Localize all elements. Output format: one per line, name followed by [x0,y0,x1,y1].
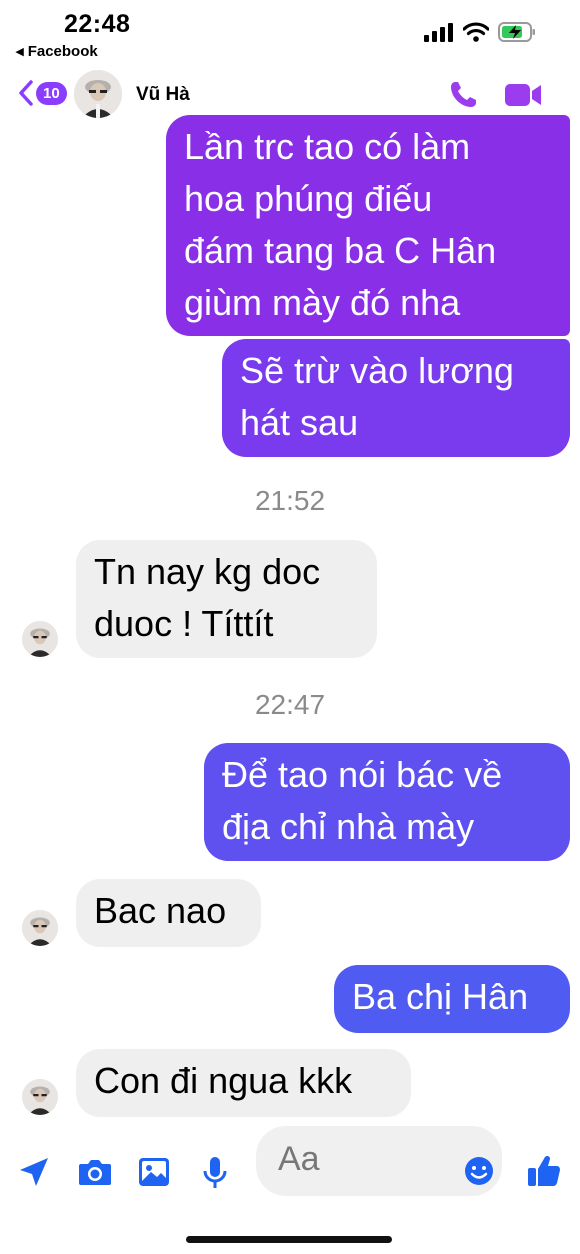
location-arrow-icon[interactable] [18,1156,50,1188]
unread-count-badge: 10 [36,81,67,105]
avatar-image [22,1079,58,1115]
phone-call-icon[interactable] [448,80,478,110]
contact-avatar-small [22,621,58,657]
battery-charging-icon [498,22,535,42]
wifi-icon [463,22,489,42]
message-timestamp: 21:52 [254,485,326,516]
outgoing-message[interactable]: Lần trc tao có làm hoa phúng điếu đám ta… [166,115,570,336]
home-indicator [186,1236,392,1243]
contact-avatar-small [22,1079,58,1115]
outgoing-message[interactable]: Sẽ trừ vào lương hát sau [222,339,570,457]
avatar-image [22,621,58,657]
cellular-signal-icon [424,23,453,42]
message-input-placeholder: Aa [278,1140,320,1178]
camera-icon[interactable] [78,1158,112,1186]
video-call-icon[interactable] [504,82,542,108]
outgoing-message[interactable]: Để tao nói bác về địa chỉ nhà mày [204,743,570,861]
back-to-app-link[interactable]: ◂ Facebook [16,42,98,60]
message-input[interactable]: Aa [256,1126,502,1196]
incoming-message[interactable]: Tn nay kg doc duoc ! Títtít [76,540,377,658]
back-button[interactable]: 10 [18,80,67,106]
incoming-message[interactable]: Con đi ngua kkk [76,1049,411,1117]
avatar-image [22,910,58,946]
chevron-left-icon [19,80,33,106]
contact-name[interactable]: Vũ Hà [136,84,190,106]
status-time: 22:48 [64,10,131,38]
message-composer: Aa [0,1126,580,1200]
status-bar: 22:48 ◂ Facebook [0,0,580,64]
emoji-icon[interactable] [464,1156,494,1186]
incoming-message[interactable]: Bac nao [76,879,261,947]
contact-avatar-small [22,910,58,946]
outgoing-message[interactable]: Ba chị Hân [334,965,570,1033]
microphone-icon[interactable] [202,1156,228,1190]
status-icons [424,22,536,42]
photo-gallery-icon[interactable] [138,1157,170,1187]
thumbs-up-icon[interactable] [527,1154,561,1188]
contact-avatar[interactable] [74,70,122,118]
message-timestamp: 22:47 [254,689,326,720]
avatar-image [74,70,122,118]
